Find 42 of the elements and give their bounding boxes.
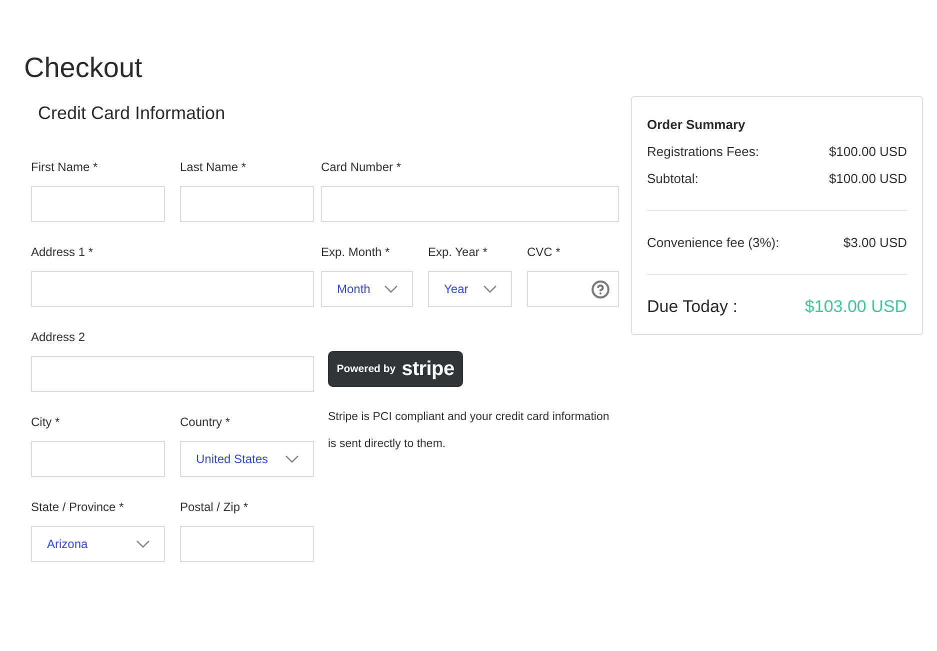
summary-amount: $100.00 USD [828,170,907,188]
field-label: State / Province * [31,499,124,515]
text-input[interactable] [31,356,314,392]
text-input[interactable] [321,186,619,222]
field-label: Card Number * [321,159,402,175]
field-label: First Name * [31,159,98,175]
field-label: Country * [180,414,230,430]
chevron-down-icon [384,285,398,293]
text-input[interactable] [180,186,314,222]
field-label: Exp. Month * [321,244,390,260]
select-dropdown[interactable]: Year [428,271,512,307]
text-input[interactable] [180,526,314,562]
field-label: Address 2 [31,329,86,345]
summary-label: Subtotal: [647,170,698,188]
cvc-input[interactable] [527,271,619,307]
text-input[interactable] [31,441,165,477]
section-heading: Credit Card Information [38,102,226,124]
help-icon[interactable] [591,280,610,298]
select-dropdown[interactable]: United States [180,441,314,477]
summary-amount: $100.00 USD [828,143,907,161]
summary-title: Order Summary [647,116,746,134]
field-label: Address 1 * [31,244,94,260]
stripe-note: Stripe is PCI compliant and your credit card information is sent directly to them. [328,410,610,452]
page-title: Checkout [24,51,142,85]
field-label: City * [31,414,60,430]
field-label: Last Name * [180,159,246,175]
text-input[interactable] [31,271,314,307]
text-input[interactable] [31,186,165,222]
field-label: Postal / Zip * [180,499,248,515]
chevron-down-icon [285,455,299,463]
summary-amount: $3.00 USD [843,234,907,252]
chevron-down-icon [483,285,497,293]
field-label: CVC * [527,244,560,260]
summary-label: Convenience fee (3%): [647,234,780,252]
total-amount: $103.00 USD [804,296,907,318]
select-dropdown[interactable]: Arizona [31,526,165,562]
total-label: Due Today : [647,296,738,318]
select-dropdown[interactable]: Month [321,271,413,307]
field-label: Exp. Year * [428,244,488,260]
powered-by-stripe-badge: Powered by stripe [328,351,463,387]
chevron-down-icon [136,540,150,548]
summary-label: Registrations Fees: [647,143,759,161]
